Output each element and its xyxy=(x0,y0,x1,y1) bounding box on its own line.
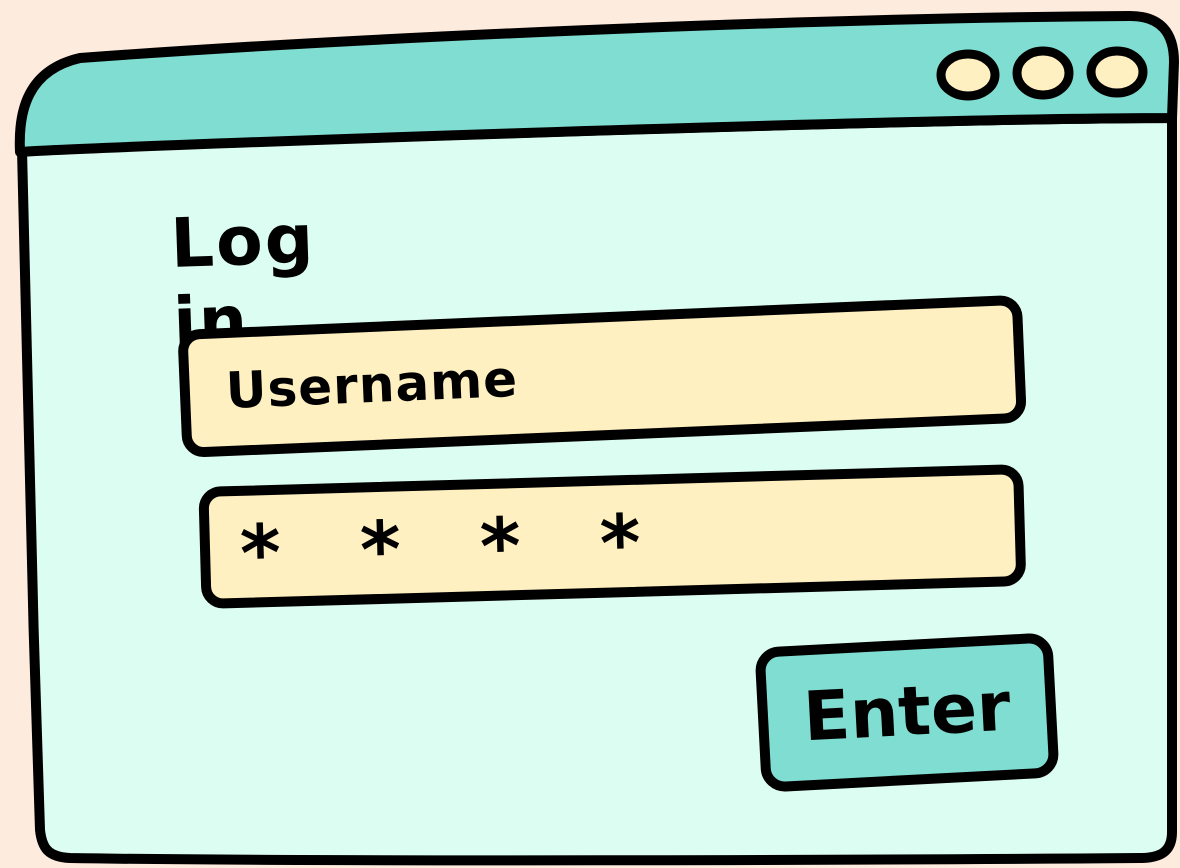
window-controls xyxy=(936,46,1148,101)
window-control-3-icon[interactable] xyxy=(1086,46,1148,98)
window-control-1-icon[interactable] xyxy=(936,49,1000,101)
window-control-2-icon[interactable] xyxy=(1012,46,1074,100)
enter-button[interactable]: Enter xyxy=(754,632,1060,793)
password-field[interactable]: * * * * xyxy=(198,463,1027,609)
enter-button-label: Enter xyxy=(801,667,1013,758)
username-field-value: Username xyxy=(224,349,520,421)
password-field-value: * * * * xyxy=(238,497,668,600)
